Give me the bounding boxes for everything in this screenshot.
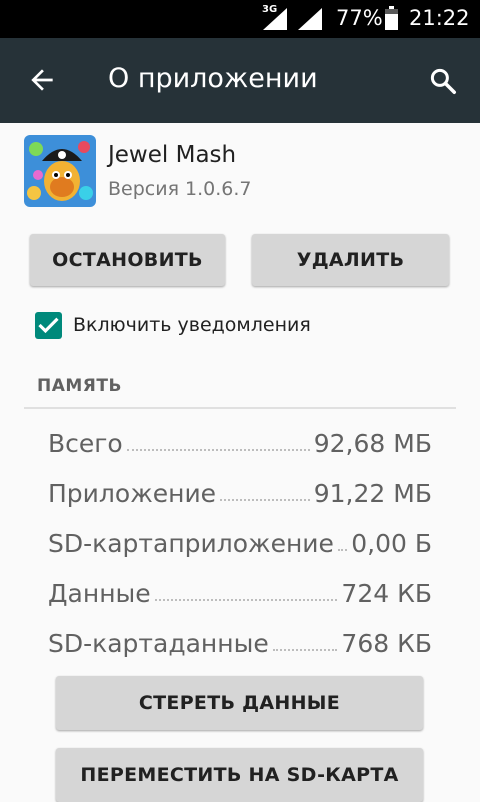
- signal-icon: [263, 8, 287, 30]
- app-version: Версия 1.0.6.7: [108, 178, 252, 200]
- divider: [24, 407, 456, 409]
- row-value: 91,22 МБ: [313, 479, 432, 508]
- storage-section-header: ПАМЯТЬ: [37, 376, 122, 396]
- storage-row-data: Данные 724 КБ: [48, 574, 432, 608]
- search-icon[interactable]: [428, 66, 458, 96]
- arrow-left-icon[interactable]: [26, 64, 58, 96]
- app-name: Jewel Mash: [108, 142, 237, 168]
- dotted-leader: [220, 499, 310, 501]
- move-to-sd-button[interactable]: ПЕРЕМЕСТИТЬ НА SD-КАРТА: [56, 748, 423, 802]
- storage-row-app: Приложение 91,22 МБ: [48, 474, 432, 508]
- notifications-label: Включить уведомления: [73, 314, 311, 336]
- force-stop-button[interactable]: ОСТАНОВИТЬ: [30, 234, 225, 286]
- clear-data-button[interactable]: СТЕРЕТЬ ДАННЫЕ: [56, 676, 423, 730]
- row-label: SD-картаприложение: [48, 529, 334, 558]
- clock: 21:22: [409, 6, 470, 30]
- app-icon: [24, 135, 96, 207]
- row-value: 724 КБ: [341, 579, 432, 608]
- row-label: Данные: [48, 579, 151, 608]
- row-value: 92,68 МБ: [313, 429, 432, 458]
- row-value: 768 КБ: [341, 629, 432, 658]
- check-icon: [38, 317, 59, 334]
- row-label: SD-картаданные: [48, 629, 269, 658]
- notifications-checkbox[interactable]: [35, 312, 62, 339]
- dotted-leader: [126, 449, 310, 451]
- storage-row-sd-data: SD-картаданные 768 КБ: [48, 624, 432, 658]
- row-value: 0,00 Б: [351, 529, 432, 558]
- row-label: Всего: [48, 429, 123, 458]
- storage-row-total: Всего 92,68 МБ: [48, 424, 432, 458]
- signal-icon: [298, 8, 322, 30]
- page-title: О приложении: [108, 63, 318, 94]
- app-bar: О приложении: [0, 38, 480, 123]
- storage-row-sd-app: SD-картаприложение 0,00 Б: [48, 524, 432, 558]
- row-label: Приложение: [48, 479, 217, 508]
- status-bar: 3G 77% 21:22: [0, 0, 480, 38]
- dotted-leader: [154, 599, 338, 601]
- battery-icon: [385, 6, 398, 30]
- uninstall-button[interactable]: УДАЛИТЬ: [252, 234, 449, 286]
- dotted-leader: [272, 649, 338, 651]
- battery-percent: 77%: [336, 6, 383, 30]
- dotted-leader: [337, 549, 348, 551]
